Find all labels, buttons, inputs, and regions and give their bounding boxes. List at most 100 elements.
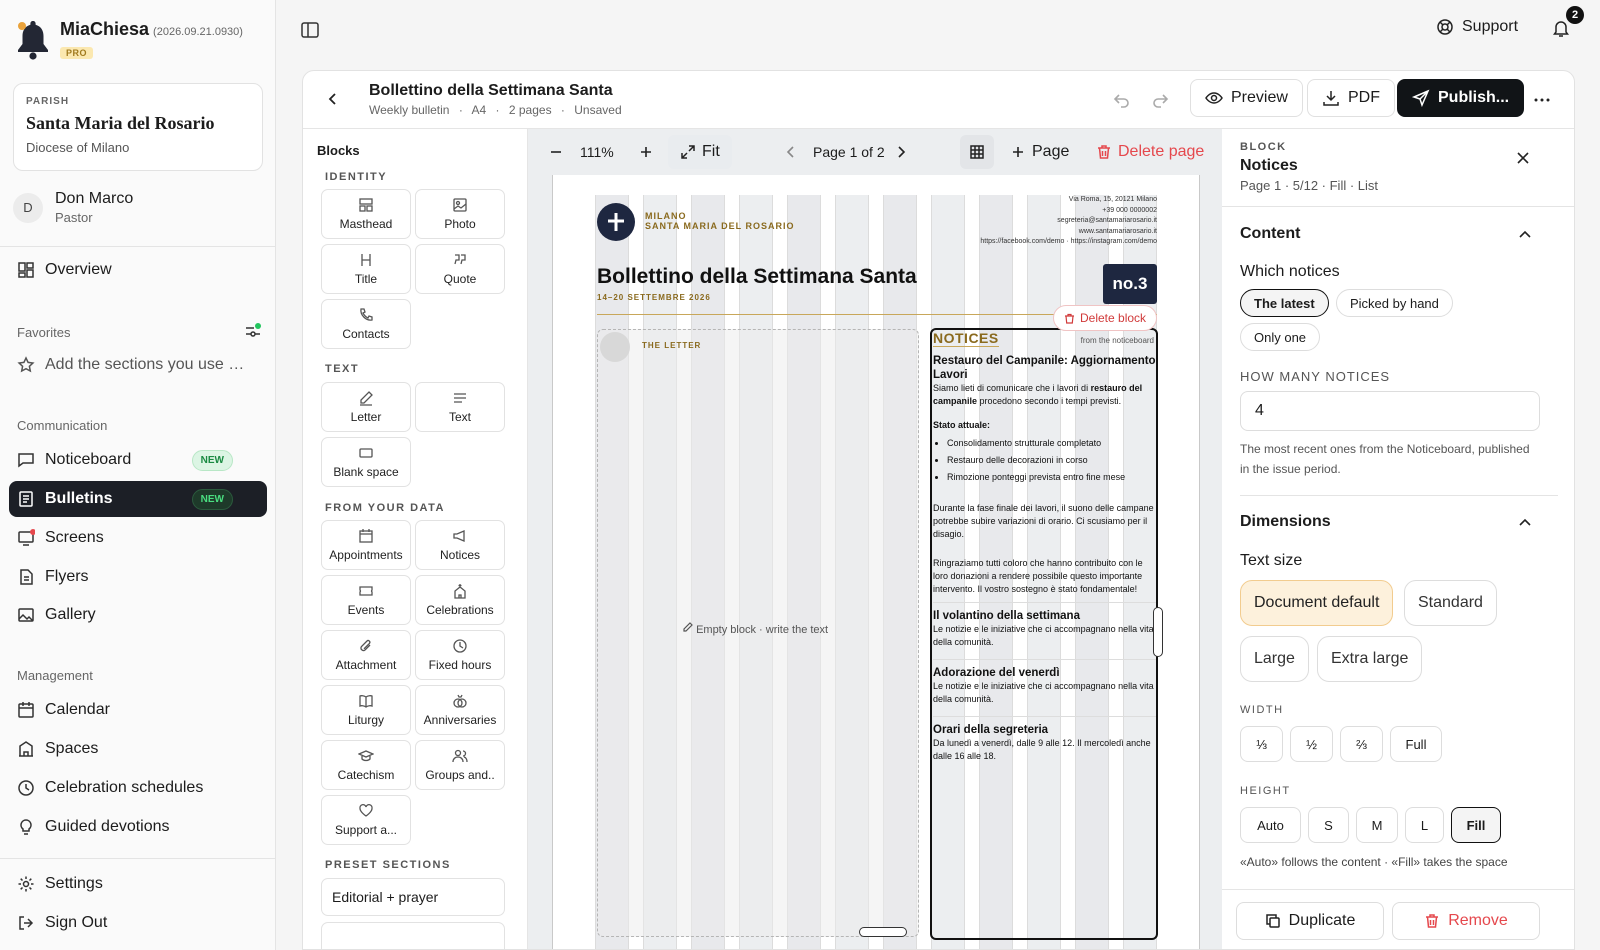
block-blank-space[interactable]: Blank space — [321, 437, 411, 487]
user-profile[interactable]: D Don Marco Pastor — [13, 190, 133, 225]
brand[interactable]: MiaChiesa (2026.09.21.0930) PRO — [16, 18, 243, 60]
dimensions-section-title[interactable]: Dimensions — [1240, 513, 1331, 531]
back-icon[interactable] — [325, 91, 341, 107]
height-m[interactable]: M — [1356, 807, 1398, 843]
nav-guided-devotions[interactable]: Guided devotions — [9, 809, 267, 845]
user-role: Pastor — [55, 210, 93, 225]
content-section-title[interactable]: Content — [1240, 225, 1300, 243]
bulletin-title[interactable]: Bollettino della Settimana Santa — [597, 265, 917, 289]
option-picked-by-hand[interactable]: Picked by hand — [1336, 289, 1453, 317]
publish-button[interactable]: Publish... — [1397, 79, 1525, 117]
resize-handle-bottom[interactable] — [859, 927, 907, 937]
block-photo[interactable]: Photo — [415, 189, 505, 239]
text-size-standard[interactable]: Standard — [1404, 580, 1497, 626]
block-celebrations[interactable]: Celebrations — [415, 575, 505, 625]
nav-celebration-schedules[interactable]: Celebration schedules — [9, 770, 267, 806]
preview-button[interactable]: Preview — [1190, 79, 1303, 117]
support-button[interactable]: Support — [1436, 18, 1518, 36]
width-two-thirds[interactable]: ⅔ — [1340, 726, 1383, 762]
notices-block[interactable]: NOTICES from the noticeboard Restauro de… — [930, 328, 1158, 940]
block-groups[interactable]: Groups and.. — [415, 740, 505, 790]
height-auto[interactable]: Auto — [1240, 807, 1301, 843]
fit-button[interactable]: Fit — [668, 135, 732, 169]
trash-icon — [1426, 914, 1439, 928]
group-text-label: TEXT — [325, 363, 360, 375]
nav-calendar[interactable]: Calendar — [9, 692, 267, 728]
delete-page-button[interactable]: Delete page — [1096, 129, 1204, 175]
duplicate-label: Duplicate — [1288, 912, 1356, 929]
grid-toggle[interactable] — [960, 135, 994, 169]
option-only-one[interactable]: Only one — [1240, 323, 1321, 351]
block-quote[interactable]: Quote — [415, 244, 505, 294]
height-l[interactable]: L — [1405, 807, 1444, 843]
text-size-large[interactable]: Large — [1240, 636, 1309, 682]
sidebar-toggle-icon[interactable] — [300, 20, 320, 40]
preset-section[interactable] — [321, 922, 505, 949]
nav-gallery[interactable]: Gallery — [9, 597, 267, 633]
text-size-extra-large[interactable]: Extra large — [1317, 636, 1423, 682]
resize-handle-right[interactable] — [1153, 607, 1163, 657]
text-size-document-default[interactable]: Document default — [1240, 580, 1394, 626]
more-options-icon[interactable] — [1533, 91, 1551, 109]
parish-switcher[interactable]: PARISH Santa Maria del Rosario Diocese o… — [13, 83, 263, 171]
block-support[interactable]: Support a... — [321, 795, 411, 845]
empty-block-hint[interactable]: Empty block · write the text — [682, 622, 828, 636]
height-fill[interactable]: Fill — [1451, 807, 1501, 843]
nav-overview[interactable]: Overview — [9, 252, 267, 288]
how-many-input[interactable]: 4 — [1240, 391, 1540, 431]
remove-button[interactable]: Remove — [1392, 902, 1540, 940]
zoom-in-icon[interactable] — [638, 144, 654, 160]
next-page-icon[interactable] — [894, 145, 908, 159]
newspaper-icon — [19, 491, 33, 507]
sliders-icon[interactable] — [244, 322, 262, 340]
zoom-out-icon[interactable] — [548, 144, 564, 160]
add-page-button[interactable]: Page — [1010, 129, 1069, 175]
block-text[interactable]: Text — [415, 382, 505, 432]
logout-icon — [19, 916, 34, 930]
letter-avatar — [600, 332, 630, 362]
block-label: Events — [347, 603, 385, 617]
redo-icon[interactable] — [1151, 91, 1169, 109]
nav-bulletins[interactable]: Bulletins NEW — [9, 481, 267, 517]
block-masthead[interactable]: Masthead — [321, 189, 411, 239]
favorites-add[interactable]: Add the sections you use most — [17, 356, 262, 374]
pdf-button[interactable]: PDF — [1307, 79, 1395, 117]
which-notices-label: Which notices — [1240, 263, 1340, 280]
masthead-icon — [359, 198, 373, 212]
block-attachment[interactable]: Attachment — [321, 630, 411, 680]
nav-noticeboard[interactable]: Noticeboard NEW — [9, 442, 267, 478]
nav-flyers[interactable]: Flyers — [9, 559, 267, 595]
width-full[interactable]: Full — [1390, 726, 1442, 762]
nav-spaces[interactable]: Spaces — [9, 731, 267, 767]
block-liturgy[interactable]: Liturgy — [321, 685, 411, 735]
width-one-third[interactable]: ⅓ — [1240, 726, 1283, 762]
chevron-up-icon[interactable] — [1518, 516, 1532, 530]
notifications-button[interactable]: 2 — [1552, 6, 1584, 41]
duplicate-button[interactable]: Duplicate — [1236, 902, 1384, 940]
nav-sign-out[interactable]: Sign Out — [9, 905, 267, 941]
nav-screens[interactable]: Screens — [9, 520, 267, 556]
block-fixed-hours[interactable]: Fixed hours — [415, 630, 505, 680]
height-s[interactable]: S — [1308, 807, 1349, 843]
document-title: Bollettino della Settimana Santa — [369, 82, 613, 99]
status-label: Stato attuale: — [933, 420, 991, 430]
block-notices[interactable]: Notices — [415, 520, 505, 570]
block-title[interactable]: Title — [321, 244, 411, 294]
block-events[interactable]: Events — [321, 575, 411, 625]
delete-page-label: Delete page — [1118, 143, 1205, 160]
block-anniversaries[interactable]: Anniversaries — [415, 685, 505, 735]
chevron-up-icon[interactable] — [1518, 228, 1532, 242]
previous-page-icon[interactable] — [784, 145, 798, 159]
block-appointments[interactable]: Appointments — [321, 520, 411, 570]
delete-block-button[interactable]: Delete block — [1053, 305, 1158, 331]
nav-settings[interactable]: Settings — [9, 866, 267, 902]
block-contacts[interactable]: Contacts — [321, 299, 411, 349]
letter-block[interactable]: THE LETTER Empty block · write the text — [597, 329, 919, 937]
block-catechism[interactable]: Catechism — [321, 740, 411, 790]
close-icon[interactable] — [1516, 151, 1530, 165]
block-letter[interactable]: Letter — [321, 382, 411, 432]
width-half[interactable]: ½ — [1290, 726, 1333, 762]
option-the-latest[interactable]: The latest — [1240, 289, 1329, 317]
preset-editorial-prayer[interactable]: Editorial + prayer — [321, 878, 505, 916]
undo-icon[interactable] — [1113, 91, 1131, 109]
